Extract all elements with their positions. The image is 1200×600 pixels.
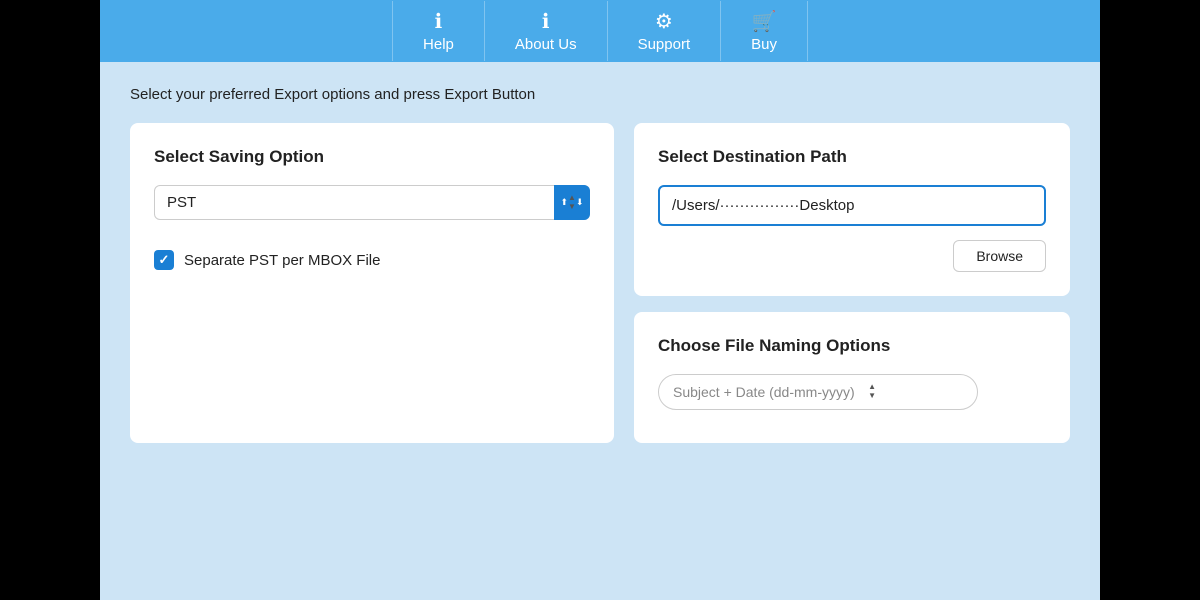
nav-item-support[interactable]: ⚙ Support	[608, 1, 722, 61]
file-naming-panel: Choose File Naming Options Subject + Dat…	[634, 312, 1070, 443]
nav-item-help[interactable]: ℹ Help	[392, 1, 485, 61]
app-wrapper: ℹ Help ℹ About Us ⚙ Support 🛒 Buy Select…	[100, 0, 1100, 600]
nav-buy-label: Buy	[751, 36, 777, 53]
destination-path-panel: Select Destination Path Browse	[634, 123, 1070, 296]
about-icon: ℹ	[542, 9, 550, 34]
browse-row: Browse	[658, 240, 1046, 272]
instruction-text: Select your preferred Export options and…	[130, 86, 1070, 103]
file-naming-select[interactable]: Subject + Date (dd-mm-yyyy)	[658, 374, 978, 410]
separate-pst-checkbox[interactable]	[154, 250, 174, 270]
nav-support-label: Support	[638, 36, 691, 53]
panels-row: Select Saving Option PST ▲ ▼ Separate PS	[130, 123, 1070, 443]
right-panels: Select Destination Path Browse Choose Fi…	[634, 123, 1070, 443]
saving-option-title: Select Saving Option	[154, 147, 590, 167]
help-icon: ℹ	[435, 9, 443, 34]
nav-help-label: Help	[423, 36, 454, 53]
browse-button[interactable]: Browse	[953, 240, 1046, 272]
file-naming-select-wrapper: Subject + Date (dd-mm-yyyy) ▲ ▼	[658, 374, 1046, 410]
left-panel: Select Saving Option PST ▲ ▼ Separate PS	[130, 123, 614, 443]
nav-about-label: About Us	[515, 36, 577, 53]
destination-path-input[interactable]	[658, 185, 1046, 226]
nav-item-about[interactable]: ℹ About Us	[485, 1, 608, 61]
select-wrapper: PST ▲ ▼	[154, 185, 590, 220]
buy-icon: 🛒	[752, 9, 777, 34]
file-naming-title: Choose File Naming Options	[658, 336, 1046, 356]
checkbox-row: Separate PST per MBOX File	[154, 250, 590, 270]
main-content: Select your preferred Export options and…	[100, 62, 1100, 600]
top-nav: ℹ Help ℹ About Us ⚙ Support 🛒 Buy	[100, 0, 1100, 62]
separate-pst-label: Separate PST per MBOX File	[184, 252, 380, 269]
nav-item-buy[interactable]: 🛒 Buy	[721, 1, 808, 61]
path-input-wrapper	[658, 185, 1046, 226]
support-icon: ⚙	[655, 9, 673, 34]
destination-path-title: Select Destination Path	[658, 147, 1046, 167]
saving-option-select[interactable]: PST	[154, 185, 590, 220]
